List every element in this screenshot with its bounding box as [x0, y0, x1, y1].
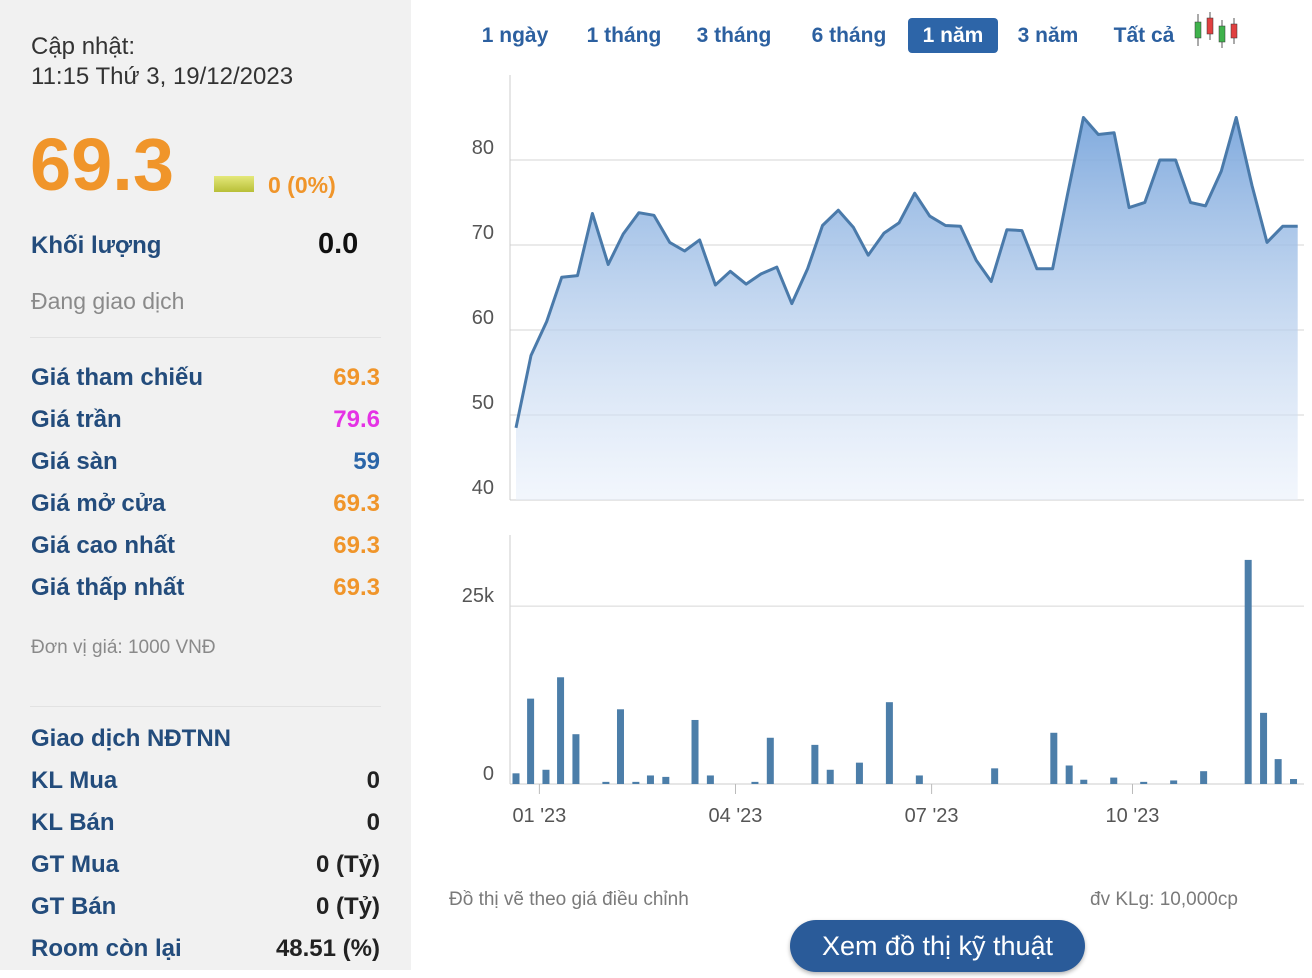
price-row-value: 79.6 [333, 406, 380, 433]
volume-bar [1260, 712, 1268, 784]
volume-value: 0.0 [318, 228, 359, 260]
price-unit-note: Đơn vị giá: 1000 VNĐ [31, 637, 216, 658]
volume-bar [811, 744, 819, 784]
y-tick-label: 60 [472, 307, 494, 329]
trading-status: Đang giao dịch [31, 288, 185, 314]
volume-bar [1140, 781, 1148, 784]
y-tick-label: 0 [483, 763, 494, 785]
volume-bar [557, 677, 565, 784]
volume-bar [991, 768, 999, 784]
foreign-row-label: GT Bán [31, 893, 117, 920]
y-tick-label: 40 [472, 477, 494, 499]
foreign-row-value: 0 [366, 809, 380, 836]
price-row-value: 69.3 [333, 574, 380, 601]
volume-bar [1050, 732, 1058, 784]
price-row-label: Giá cao nhất [31, 532, 176, 559]
x-tick-label: 10 '23 [1106, 805, 1160, 827]
volume-bar [1244, 559, 1252, 784]
volume-bar [572, 734, 580, 784]
volume-unit-note: đv KLg: 10,000cp [1090, 889, 1238, 910]
foreign-row-label: GT Mua [31, 851, 119, 878]
price-row-value: 69.3 [333, 490, 380, 517]
tab-1[interactable]: 1 ngày [470, 18, 560, 53]
x-tick-label: 01 '23 [512, 805, 566, 827]
price-row-label: Giá thấp nhất [31, 574, 185, 601]
volume-label: Khối lượng [31, 232, 162, 259]
volume-bar [855, 762, 863, 784]
volume-bar [1080, 779, 1088, 784]
volume-bar [691, 719, 699, 784]
volume-bar [646, 775, 654, 784]
tab-5[interactable]: 1 năm [908, 18, 998, 53]
foreign-row-value: 0 [366, 767, 380, 794]
price-row-label: Giá sàn [31, 448, 118, 475]
divider [30, 337, 381, 338]
tab-7[interactable]: Tất cả [1098, 18, 1190, 53]
price-row-value: 59 [353, 448, 380, 475]
foreign-row-label: KL Bán [31, 809, 115, 836]
foreign-row-value: 48.51 (%) [275, 935, 380, 962]
current-price: 69.3 [30, 123, 175, 206]
price-chart: 40 50 60 70 80 [472, 75, 1304, 501]
y-tick-label: 80 [472, 137, 494, 159]
y-tick-label: 70 [472, 222, 494, 244]
left-panel: Cập nhật: 11:15 Thứ 3, 19/12/2023 69.3 0… [0, 0, 411, 970]
volume-chart: 0 25k 01 '23 04 '23 07 '23 10 '23 [462, 535, 1304, 827]
price-row-label: Giá mở cửa [31, 490, 166, 517]
price-row-label: Giá trần [31, 406, 122, 433]
price-row-value: 69.3 [333, 364, 380, 391]
price-row-value: 69.3 [333, 532, 380, 559]
volume-bar [527, 698, 535, 784]
volume-bar [751, 781, 759, 784]
price-change: 0 (0%) [268, 172, 336, 198]
tab-3[interactable]: 3 tháng [684, 18, 784, 53]
volume-bar [766, 737, 774, 784]
updated-time: 11:15 Thứ 3, 19/12/2023 [31, 63, 294, 90]
adjusted-price-note: Đồ thị vẽ theo giá điều chỉnh [449, 889, 689, 910]
price-flat-indicator-icon [214, 176, 254, 192]
volume-bar [602, 781, 610, 784]
volume-bar [1170, 780, 1178, 784]
volume-bar [512, 773, 520, 784]
x-tick-label: 04 '23 [709, 805, 763, 827]
volume-bar [1200, 771, 1208, 784]
price-row-label: Giá tham chiếu [31, 364, 204, 391]
volume-bar [1110, 777, 1118, 784]
foreign-trading-title: Giao dịch NĐTNN [31, 725, 232, 752]
updated-label: Cập nhật: [31, 33, 136, 60]
candlestick-icon[interactable] [1192, 10, 1240, 50]
volume-bar [885, 702, 893, 784]
volume-bar [542, 769, 550, 784]
y-tick-label: 25k [462, 585, 495, 607]
x-tick-label: 07 '23 [905, 805, 959, 827]
volume-bar [826, 769, 834, 784]
foreign-row-value: 0 (Tỷ) [315, 893, 380, 920]
volume-bar [1274, 759, 1282, 784]
volume-bar [662, 776, 670, 784]
y-tick-label: 50 [472, 392, 494, 414]
volume-bar [706, 775, 714, 784]
volume-bar [616, 709, 624, 784]
divider [30, 706, 381, 707]
technical-chart-button[interactable]: Xem đồ thị kỹ thuật [790, 920, 1085, 972]
tab-4[interactable]: 6 tháng [794, 18, 904, 53]
foreign-row-value: 0 (Tỷ) [315, 851, 380, 878]
volume-bar [632, 781, 640, 784]
foreign-row-label: Room còn lại [31, 935, 182, 962]
tab-6[interactable]: 3 năm [1002, 18, 1094, 53]
volume-bar [915, 775, 923, 784]
volume-bar [1065, 765, 1073, 784]
volume-bar [1290, 779, 1298, 784]
foreign-row-label: KL Mua [31, 767, 118, 794]
tab-2[interactable]: 1 tháng [574, 18, 674, 53]
